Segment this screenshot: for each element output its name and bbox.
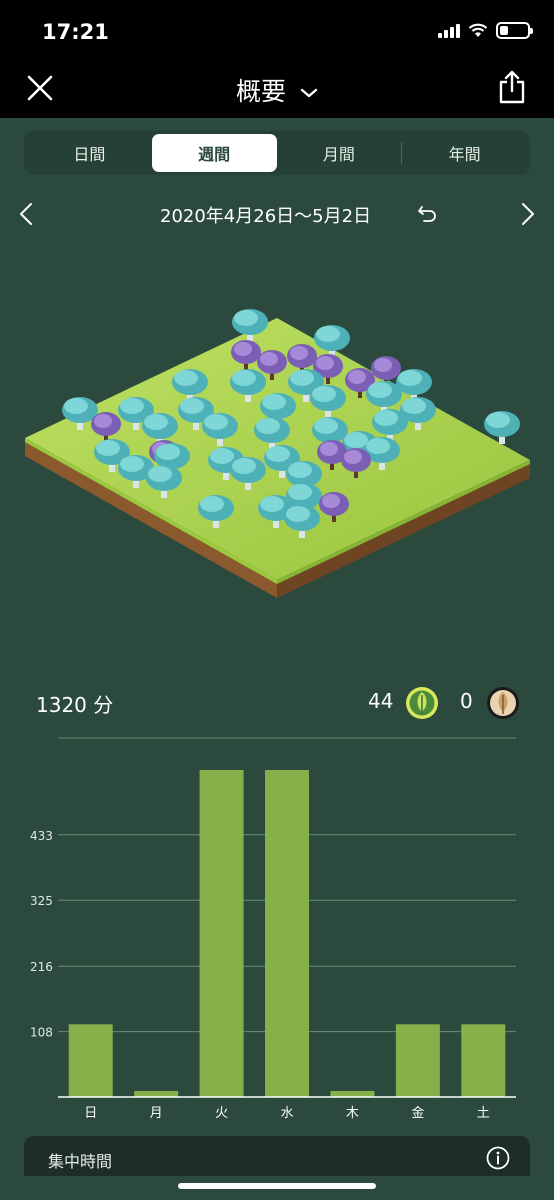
nav-title-dropdown[interactable]: 概要 [0,72,554,108]
y-tick-label: 433 [30,829,53,843]
tree-highlight [234,310,258,326]
tree-highlight [288,462,312,478]
dead-tree-count: 0 [460,689,473,713]
chart-bar [461,1024,506,1097]
card-title: 集中時間 [48,1152,113,1171]
tree-highlight [314,418,338,434]
date-navigator: 2020年4月26日～5月2日 [0,198,554,230]
tree-highlight [374,410,398,426]
tree-highlight [290,346,308,360]
tree-highlight [398,370,422,386]
forest-illustration [25,309,530,598]
x-tick-label: 木 [346,1106,359,1121]
date-range-label: 2020年4月26日～5月2日 [160,206,372,227]
tree-highlight [344,432,368,448]
y-tick-label: 108 [30,1026,53,1040]
stats-row: 1320 分 44 0 [0,686,554,722]
tab-yearly[interactable]: 年間 [402,134,527,172]
y-tick-label: 325 [30,894,53,908]
tree-highlight [402,398,426,414]
tree-highlight [366,438,390,454]
tree-highlight [200,496,224,512]
tree-highlight [260,496,284,512]
tree-highlight [260,352,278,366]
withered-tree-icon [487,687,519,719]
tree-highlight [148,466,172,482]
chevron-left-icon[interactable] [18,202,34,226]
home-indicator [178,1183,376,1189]
x-tick-label: 火 [215,1106,228,1121]
tree-highlight [94,414,112,428]
tree-highlight [320,442,338,456]
chevron-down-icon [300,88,318,98]
signal-icon [438,23,460,38]
chart-bar [395,1024,440,1097]
chart-bar [265,770,309,1097]
return-icon[interactable] [416,202,438,224]
x-tick-label: 月 [150,1106,163,1121]
tree-highlight [316,356,334,370]
tree-highlight [174,370,198,386]
x-tick-label: 水 [280,1106,293,1121]
tree-highlight [156,444,180,460]
tree-highlight [368,382,392,398]
info-icon[interactable] [486,1146,510,1170]
tree-highlight [316,326,340,342]
tree-highlight [210,448,234,464]
tree-highlight [262,394,286,410]
tree-highlight [204,414,228,430]
tab-monthly[interactable]: 月間 [277,134,402,172]
tree-highlight [266,446,290,462]
page-title: 概要 [236,77,287,106]
tree-highlight [348,370,366,384]
chevron-right-icon[interactable] [520,202,536,226]
alive-tree-count: 44 [368,689,394,713]
tree-highlight [322,494,340,508]
tree-highlight [232,458,256,474]
tree-highlight [312,386,336,402]
tree-highlight [180,398,204,414]
tree-highlight [286,506,310,522]
weekly-bar-chart: 108 216 325 433 日 月 火 水 木 金 土 [30,737,516,1121]
chart-bar [330,1090,375,1097]
chart-bar [134,1090,179,1097]
tab-weekly[interactable]: 週間 [151,134,277,172]
tree-highlight [344,450,362,464]
status-icons [438,22,533,39]
wifi-icon [468,23,488,37]
tree-highlight [256,418,280,434]
tree-highlight [120,456,144,472]
battery-icon [496,22,533,39]
x-tick-label: 金 [411,1105,424,1121]
tree-highlight [96,440,120,456]
chart-bar [68,1024,113,1097]
tree-highlight [234,342,252,356]
tree-highlight [64,398,88,414]
period-tabs: 日間 週間 月間 年間 [24,131,530,175]
total-focus-time: 1320 分 [36,693,114,717]
tree-highlight [486,412,510,428]
chart-bar [199,770,244,1097]
status-time: 17:21 [42,20,109,44]
tree-highlight [288,484,312,500]
tree-highlight [144,414,168,430]
share-icon[interactable] [498,70,526,104]
tab-daily[interactable]: 日間 [27,134,152,172]
y-tick-label: 216 [30,960,53,974]
tree-highlight [290,370,314,386]
x-tick-label: 土 [477,1106,490,1121]
focus-time-card[interactable]: 集中時間 [24,1136,530,1176]
healthy-tree-icon [406,687,438,719]
x-tick-label: 日 [84,1106,97,1121]
tree-highlight [232,370,256,386]
tree-highlight [374,358,392,372]
tree-highlight [120,398,144,414]
